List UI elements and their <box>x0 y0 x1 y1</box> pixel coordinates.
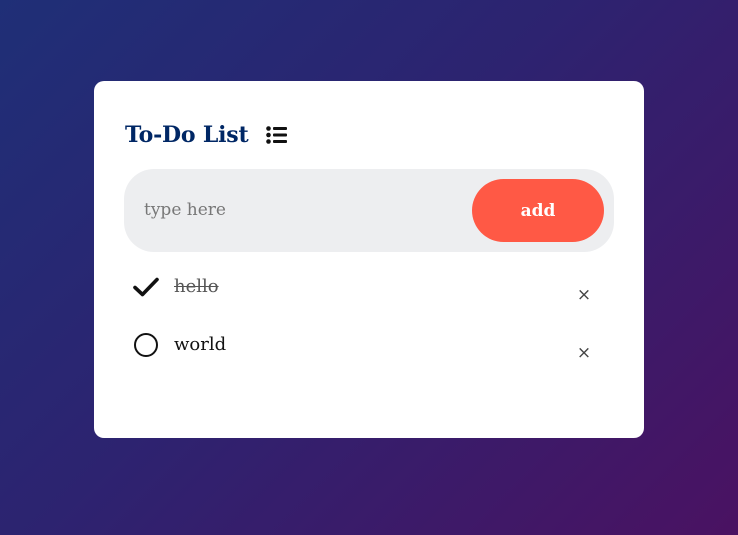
todo-item[interactable]: hello × <box>132 269 602 327</box>
input-bar: add <box>124 169 614 252</box>
add-button[interactable]: add <box>472 179 604 242</box>
app-title: To-Do List <box>125 122 249 148</box>
todo-item-text: hello <box>174 276 219 297</box>
todo-list: hello × world × <box>132 269 602 385</box>
todo-item[interactable]: world × <box>132 327 602 385</box>
checkmark-icon[interactable] <box>132 273 160 301</box>
remove-item-button[interactable]: × <box>572 283 596 307</box>
todo-input[interactable] <box>144 191 444 229</box>
unchecked-circle-icon[interactable] <box>132 331 160 359</box>
remove-item-button[interactable]: × <box>572 341 596 365</box>
header: To-Do List <box>125 120 288 150</box>
todo-item-text: world <box>174 334 227 355</box>
todo-card: To-Do List add hello × <box>94 81 644 438</box>
list-icon <box>266 126 288 144</box>
